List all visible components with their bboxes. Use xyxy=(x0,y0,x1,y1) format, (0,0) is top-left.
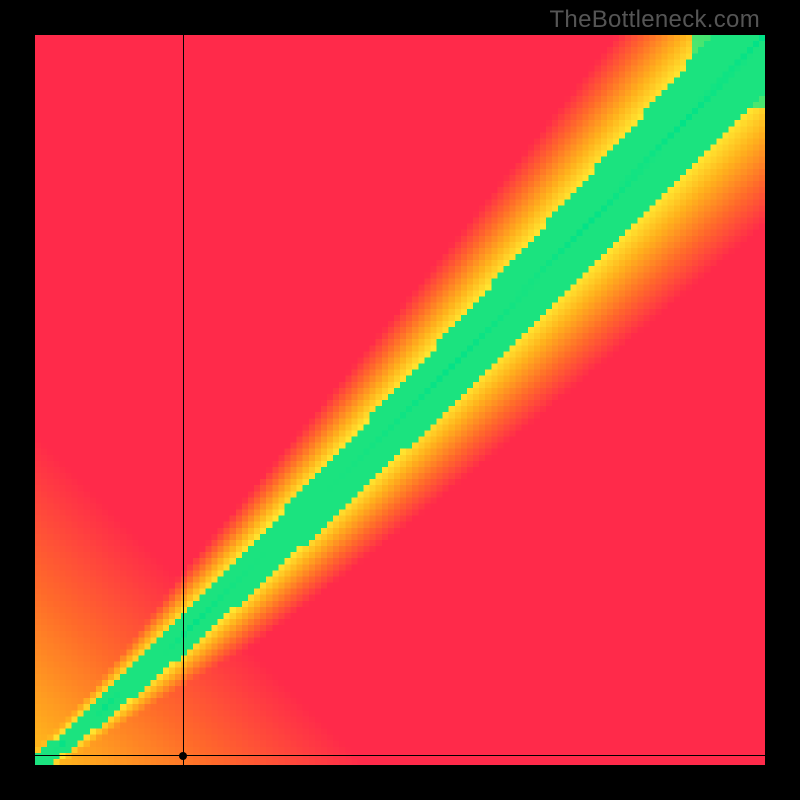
heatmap-canvas xyxy=(35,35,765,765)
chart-frame: TheBottleneck.com xyxy=(0,0,800,800)
watermark-text: TheBottleneck.com xyxy=(549,6,760,34)
marker-dot xyxy=(179,752,187,760)
heatmap-plot xyxy=(35,35,765,765)
